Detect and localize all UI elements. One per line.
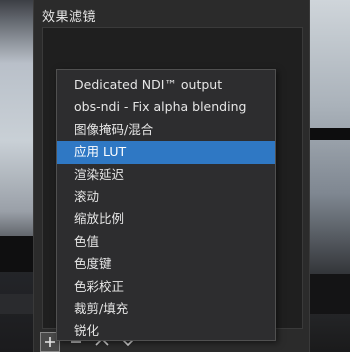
background-dark-strip bbox=[0, 236, 33, 272]
menu-item-scroll[interactable]: 滚动 bbox=[57, 186, 275, 208]
menu-item-color-key[interactable]: 色值 bbox=[57, 231, 275, 253]
menu-item-color-correction[interactable]: 色彩校正 bbox=[57, 276, 275, 298]
plus-icon bbox=[45, 336, 55, 347]
background-dark-strip bbox=[308, 274, 350, 314]
menu-item-obs-ndi-fix-alpha[interactable]: obs-ndi - Fix alpha blending bbox=[57, 96, 275, 118]
menu-item-chroma-key[interactable]: 色度键 bbox=[57, 253, 275, 275]
menu-item-apply-lut[interactable]: 应用 LUT bbox=[57, 141, 275, 164]
background-dark-strip bbox=[0, 294, 33, 314]
panel-title: 效果滤镜 bbox=[42, 10, 97, 25]
background-dark-strip bbox=[308, 128, 350, 140]
background-video-right bbox=[308, 0, 350, 352]
add-filter-menu: Dedicated NDI™ output obs-ndi - Fix alph… bbox=[56, 69, 276, 341]
menu-item-render-delay[interactable]: 渲染延迟 bbox=[57, 164, 275, 186]
menu-item-crop-pad[interactable]: 裁剪/填充 bbox=[57, 298, 275, 320]
menu-item-image-mask-blend[interactable]: 图像掩码/混合 bbox=[57, 119, 275, 141]
background-video-left bbox=[0, 0, 33, 352]
menu-item-dedicated-ndi-output[interactable]: Dedicated NDI™ output bbox=[57, 74, 275, 96]
menu-item-scale-aspect[interactable]: 缩放比例 bbox=[57, 208, 275, 230]
menu-item-sharpen[interactable]: 锐化 bbox=[57, 320, 275, 342]
